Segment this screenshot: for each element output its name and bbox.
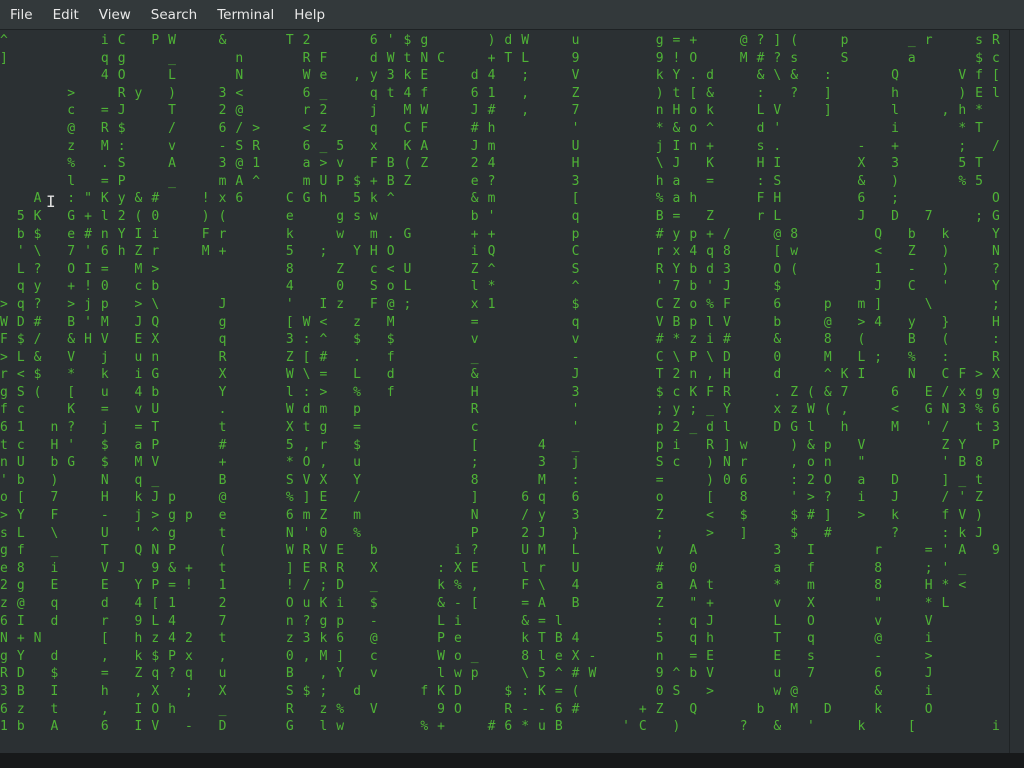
terminal-viewport[interactable]: ^ i C P W & T 2 6 ' $ g ) d W u g = + @ … [0,30,1009,753]
terminal-line: % . S A 3 @ 1 a > v F B ( Z 2 4 H \ J K … [67,156,984,172]
menu-help[interactable]: Help [284,0,335,30]
terminal-line: 6 I d r 9 L 4 7 n ? g p - L i & = l : q … [0,613,1009,629]
terminal-line: l = P _ m A ^ m U P $ + B Z e ? 3 h a = … [67,173,984,189]
terminal-line: ' \ 7 ' 6 h Z r M + 5 ; Y H O i Q C r x … [16,244,1009,260]
terminal-line: 3 B I h , X ; X S $ ; d f K D $ : K = ( … [0,683,1009,699]
text-cursor-icon: I [46,192,56,211]
terminal-line: 5 K G + l 2 ( 0 ) ( e g s w b ' q B = Z … [16,208,1009,224]
terminal-line: 1 b A 6 I V - D G l w % + # 6 * u B ' C … [0,719,1001,735]
terminal-line: r < $ * k i G X W \ = L d & J T 2 n , H … [0,367,1009,383]
terminal-line: 6 1 n ? j = T t X t g = c ' p 2 _ d l D … [0,420,1009,436]
terminal-line: ^ i C P W & T 2 6 ' $ g ) d W u g = + @ … [0,33,1009,48]
terminal-line: @ R $ / 6 / > < z q C F # h ' * & o ^ d … [67,120,984,136]
terminal-line: z M : v - S R 6 _ 5 x K A J m U j I n + … [67,138,1001,154]
terminal-line: > L & V j u n R Z [ # . f _ - C \ P \ D … [0,349,1009,365]
terminal-line: e 8 i V J 9 & + t ] E R R X : X E l r U … [0,560,967,576]
terminal-line: 6 z t , I O h _ R z % V 9 O R - - 6 # + … [0,701,1009,717]
menu-file[interactable]: File [0,0,43,30]
terminal-line: > R y ) 3 < 6 _ q t 4 f 6 1 , Z ) t [ & … [67,85,1001,101]
terminal-line: g f _ T Q N P ( W R V E b i ? U M L v A … [0,543,1001,559]
terminal-line: > Y F - j > g p e 6 m Z m N / y 3 Z < $ … [0,508,1009,524]
terminal-line: R D $ = Z q ? q u B , Y v l w p \ 5 ^ # … [0,666,1009,682]
terminal-line: n U b G $ M V + * O , u ; 3 j S c ) N r … [0,455,1009,471]
terminal-line: > q ? > j p > \ J ' I z F @ ; x 1 $ C Z … [0,296,1009,312]
menu-edit[interactable]: Edit [43,0,89,30]
terminal-line: c = J T 2 @ r 2 j M W J # , 7 n H o k L … [67,103,984,119]
terminal-line: 4 O L N W e , y 3 k E d 4 ; V k Y . d & … [100,68,1001,84]
terminal-line: q y + ! 0 c b 4 0 S o L l * ^ ' 7 b ' J … [16,279,1009,295]
terminal-line: N + N [ h z 4 2 t z 3 k 6 @ P e k T B 4 … [0,631,1009,647]
terminal-line: L ? O I = M > 8 Z c < U Z ^ S R Y b d 3 … [16,261,1009,277]
terminal-scrollbar[interactable] [1009,30,1024,753]
menu-terminal[interactable]: Terminal [207,0,284,30]
terminal-line: F $ / & H V E X q 3 : ^ $ $ v v # * z i … [0,332,1009,348]
terminal-line: g S ( [ u 4 b Y l : > % f H 3 $ c K F R … [0,384,1009,400]
terminal-line: W D # B ' M J Q g [ W < z M = q V B p l … [0,314,1009,330]
terminal-line: ] q g _ n R F d W t N C + T L 9 9 ! O M … [0,50,1009,66]
terminal-output: ^ i C P W & T 2 6 ' $ g ) d W u g = + @ … [0,32,1009,736]
menu-search[interactable]: Search [141,0,207,30]
terminal-line: b $ e # n Y I i F r k w m . G + + p # y … [16,226,1009,242]
terminal-line: s L \ U ' ^ g t N ' 0 % P 2 J } ; > ] $ … [0,525,1009,541]
menu-bar: File Edit View Search Terminal Help [0,0,1024,30]
terminal-line: t c H ' $ a P # 5 , r $ [ 4 _ p i R ] w … [0,437,1009,453]
terminal-line: z @ q d 4 [ 1 2 O u K i $ & - [ = A B Z … [0,596,950,611]
terminal-line: A : " K y & # ! x 6 C G h 5 k ^ & m [ % … [33,191,1009,207]
terminal-line: o [ 7 H k J p @ % ] E / ] 6 q 6 o [ 8 ' … [0,490,1009,506]
window-bottom-edge [0,753,1024,768]
terminal-line: f c K = v U . W d m p R ' ; y ; _ Y x z … [0,402,1009,418]
menu-view[interactable]: View [89,0,141,30]
terminal-line: ' b ) N q _ B S V X Y 8 M : = ) 0 6 : 2 … [0,472,1009,488]
terminal-line: 2 g E E Y P = ! 1 ! / ; D _ k % , F \ 4 … [0,578,967,594]
terminal-line: g Y d , k $ P x , 0 , M ] c W o _ 8 l e … [0,648,1009,664]
